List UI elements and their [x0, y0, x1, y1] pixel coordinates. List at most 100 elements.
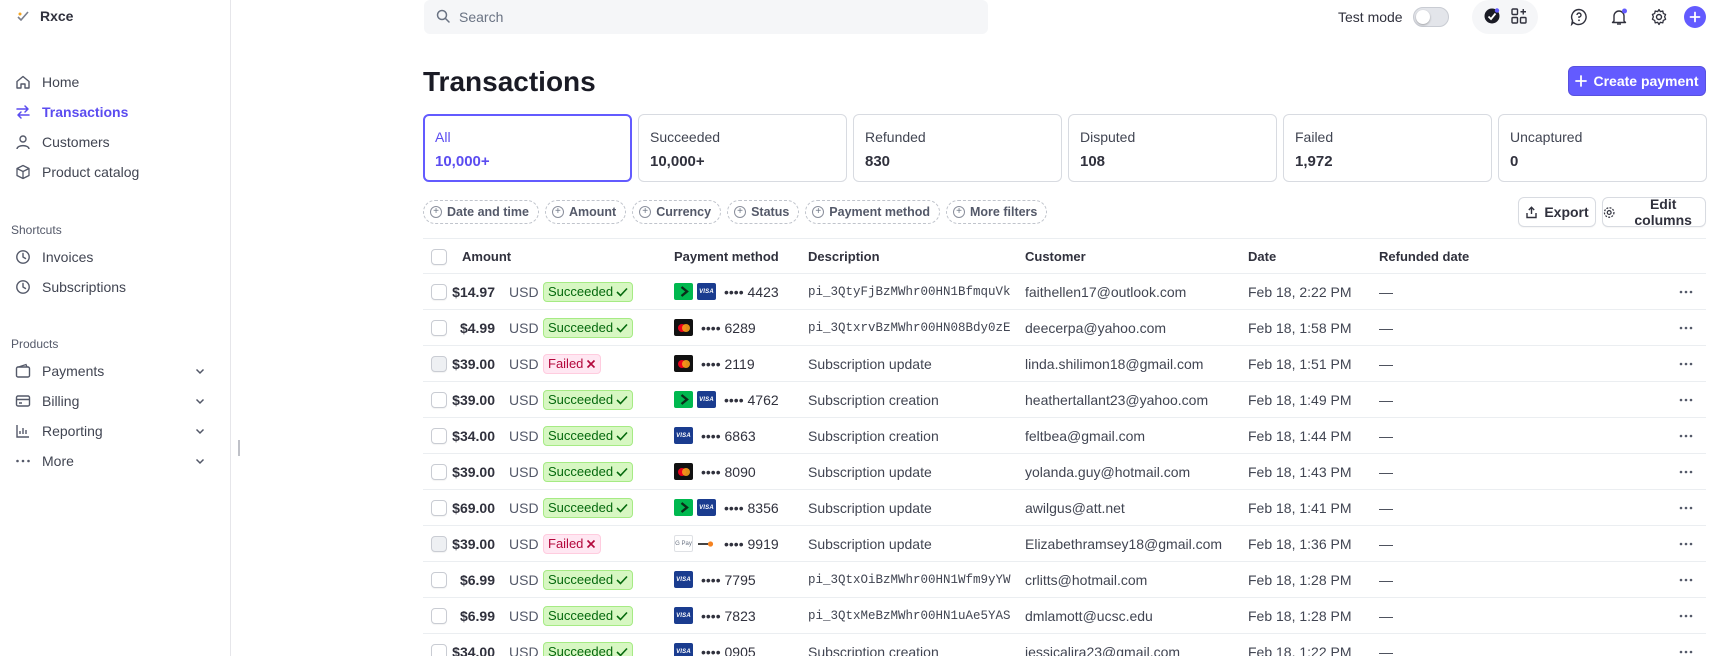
table-body: $14.97 USD Succeeded VISA •••• 4423 pi_3Q… — [423, 274, 1706, 656]
filter-more-filters[interactable]: + More filters — [946, 200, 1048, 224]
row-actions-button[interactable] — [1678, 562, 1694, 597]
status-card-all[interactable]: All 10,000+ — [423, 114, 632, 182]
column-amount[interactable]: Amount — [462, 239, 511, 274]
row-actions-button[interactable] — [1678, 526, 1694, 561]
status-badge: Failed — [543, 353, 602, 374]
nav-customers-label: Customers — [42, 134, 110, 150]
currency-code: USD — [509, 355, 539, 372]
payment-method-cell: VISA •••• 6863 — [674, 418, 756, 453]
nav-customers[interactable]: Customers — [14, 129, 216, 155]
customer-email[interactable]: awilgus@att.net — [1025, 490, 1125, 525]
shortcut-invoices[interactable]: Invoices — [14, 244, 216, 270]
customer-email[interactable]: dmlamott@ucsc.edu — [1025, 598, 1153, 633]
checkmark-icon — [616, 431, 628, 441]
status-card-failed[interactable]: Failed 1,972 — [1283, 114, 1492, 182]
table-row[interactable]: $39.00 USD Failed G Pay •••• 9919 Subscri… — [423, 526, 1706, 562]
card-last4: •••• 0905 — [701, 643, 756, 656]
column-payment-method[interactable]: Payment method — [674, 239, 779, 274]
table-row[interactable]: $14.97 USD Succeeded VISA •••• 4423 pi_3Q… — [423, 274, 1706, 310]
table-row[interactable]: $39.00 USD Succeeded VISA •••• 4762 Subsc… — [423, 382, 1706, 418]
customer-email[interactable]: faithellen17@outlook.com — [1025, 274, 1186, 309]
customer-email[interactable]: deecerpa@yahoo.com — [1025, 310, 1166, 345]
more-horizontal-icon — [1679, 614, 1693, 617]
search-input[interactable] — [459, 9, 959, 25]
card-last4: •••• 2119 — [701, 355, 755, 372]
account-switcher[interactable]: Rxce — [16, 8, 73, 24]
row-actions-button[interactable] — [1678, 598, 1694, 633]
column-description[interactable]: Description — [808, 239, 880, 274]
mastercard-logo-icon — [674, 355, 693, 372]
customer-email[interactable]: heathertallant23@yahoo.com — [1025, 382, 1208, 417]
status-card-uncaptured[interactable]: Uncaptured 0 — [1498, 114, 1707, 182]
table-row[interactable]: $69.00 USD Succeeded VISA •••• 8356 Subsc… — [423, 490, 1706, 526]
row-actions-button[interactable] — [1678, 382, 1694, 417]
row-actions-button[interactable] — [1678, 490, 1694, 525]
table-row[interactable]: $39.00 USD Succeeded •••• 8090 Subscript… — [423, 454, 1706, 490]
select-all-cell — [431, 239, 447, 274]
status-card-refunded[interactable]: Refunded 830 — [853, 114, 1062, 182]
add-filter-icon: + — [734, 206, 747, 218]
nav-product-catalog[interactable]: Product catalog — [14, 159, 216, 185]
status-card-succeeded[interactable]: Succeeded 10,000+ — [638, 114, 847, 182]
chevron-down-icon[interactable] — [194, 395, 206, 407]
chevron-down-icon[interactable] — [194, 425, 206, 437]
column-customer[interactable]: Customer — [1025, 239, 1086, 274]
help-icon[interactable] — [1570, 8, 1588, 26]
create-new-button[interactable] — [1684, 6, 1706, 28]
create-payment-button[interactable]: Create payment — [1568, 66, 1706, 96]
nav-home[interactable]: Home — [14, 69, 216, 95]
edit-columns-button[interactable]: Edit columns — [1602, 196, 1706, 228]
table-row[interactable]: $6.99 USD Succeeded VISA •••• 7823 pi_3Qt… — [423, 598, 1706, 634]
customer-email[interactable]: linda.shilimon18@gmail.com — [1025, 346, 1203, 381]
link-logo-icon — [674, 283, 693, 300]
status-cell: Failed — [543, 526, 602, 561]
chevron-down-icon[interactable] — [194, 455, 206, 467]
status-badge: Succeeded — [543, 569, 634, 590]
nav-payments[interactable]: Payments — [14, 358, 216, 384]
nav-more[interactable]: More — [14, 448, 216, 474]
customer-email[interactable]: jessicalira23@gmail.com — [1025, 634, 1180, 656]
row-actions-button[interactable] — [1678, 310, 1694, 345]
filter-currency[interactable]: + Currency — [632, 200, 722, 224]
apps-grid-icon[interactable] — [1510, 7, 1528, 28]
test-mode-control: Test mode — [1338, 7, 1449, 27]
nav-transactions[interactable]: Transactions — [14, 99, 216, 125]
filter-amount[interactable]: + Amount — [544, 200, 627, 224]
row-actions-button[interactable] — [1678, 418, 1694, 453]
table-row[interactable]: $39.00 USD Failed •••• 2119 Subscription… — [423, 346, 1706, 382]
checkmark-icon — [616, 503, 628, 513]
row-actions-button[interactable] — [1678, 634, 1694, 656]
chevron-down-icon[interactable] — [194, 365, 206, 377]
test-mode-toggle[interactable] — [1412, 7, 1449, 27]
row-actions-button[interactable] — [1678, 346, 1694, 381]
table-header: Amount Payment method Description Custom… — [423, 238, 1706, 274]
select-all-checkbox[interactable] — [431, 248, 447, 265]
table-row[interactable]: $34.00 USD Succeeded VISA •••• 0905 Subsc… — [423, 634, 1706, 656]
customer-email[interactable]: feltbea@gmail.com — [1025, 418, 1145, 453]
status-card-disputed[interactable]: Disputed 108 — [1068, 114, 1277, 182]
settings-gear-icon[interactable] — [1650, 8, 1668, 26]
filter-status[interactable]: + Status — [727, 200, 800, 224]
customer-email[interactable]: yolanda.guy@hotmail.com — [1025, 454, 1190, 489]
table-row[interactable]: $34.00 USD Succeeded VISA •••• 6863 Subsc… — [423, 418, 1706, 454]
table-row[interactable]: $4.99 USD Succeeded •••• 6289 pi_3QtxrvB… — [423, 310, 1706, 346]
sidebar-resize-handle[interactable] — [238, 440, 240, 456]
table-row[interactable]: $6.99 USD Succeeded VISA •••• 7795 pi_3Qt… — [423, 562, 1706, 598]
filter-payment-method[interactable]: + Payment method — [805, 200, 940, 224]
status-badge-label: Succeeded — [548, 284, 614, 299]
notifications-icon[interactable] — [1610, 8, 1628, 26]
nav-reporting[interactable]: Reporting — [14, 418, 216, 444]
row-actions-button[interactable] — [1678, 454, 1694, 489]
column-refunded-date[interactable]: Refunded date — [1379, 239, 1469, 274]
shortcut-subscriptions[interactable]: Subscriptions — [14, 274, 216, 300]
nav-billing[interactable]: Billing — [14, 388, 216, 414]
row-actions-button[interactable] — [1678, 274, 1694, 309]
column-date[interactable]: Date — [1248, 239, 1276, 274]
assistant-icon[interactable] — [1483, 7, 1501, 28]
filter-date-and-time[interactable]: + Date and time — [423, 200, 539, 224]
customer-email[interactable]: Elizabethramsey18@gmail.com — [1025, 526, 1222, 561]
search-bar[interactable] — [424, 0, 988, 34]
status-badge-label: Failed — [548, 536, 584, 551]
export-button[interactable]: Export — [1518, 197, 1596, 227]
customer-email[interactable]: crlitts@hotmail.com — [1025, 562, 1147, 597]
